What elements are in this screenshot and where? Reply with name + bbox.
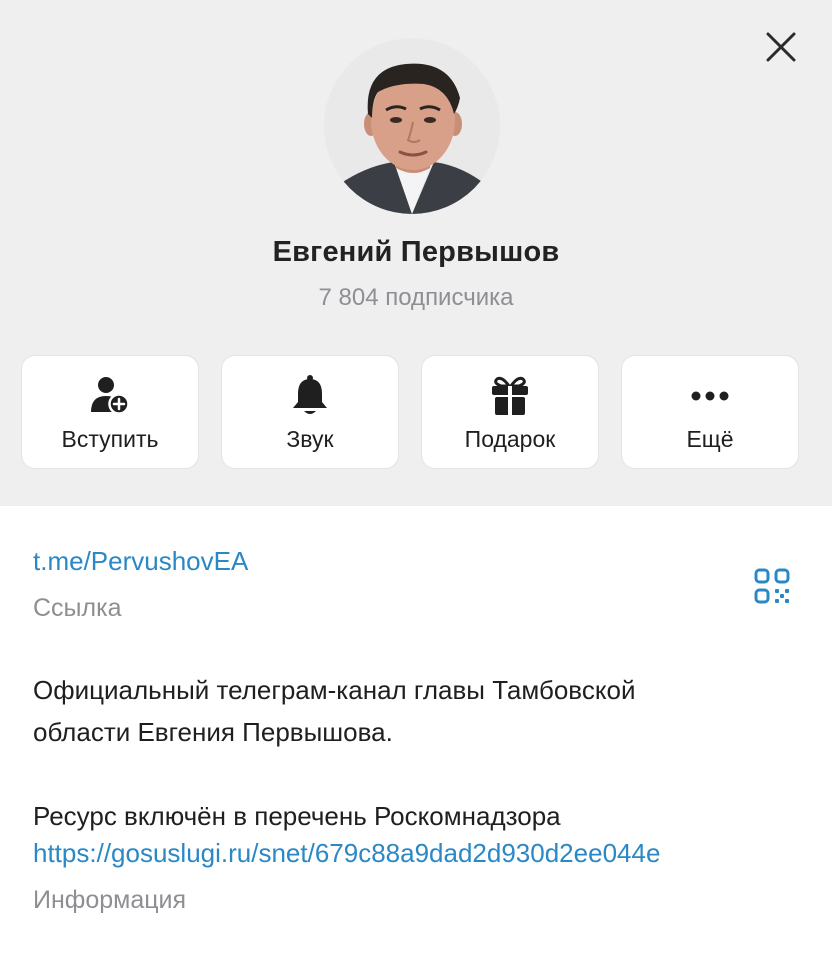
description-line-1: Официальный телеграм-канал главы Тамбовс… (33, 675, 636, 705)
gift-icon (492, 376, 528, 415)
profile-header: Евгений Первышов 7 804 подписчика Вступи… (0, 0, 832, 506)
info-caption: Информация (33, 886, 187, 914)
close-button[interactable] (758, 24, 804, 70)
join-button-label: Вступить (61, 426, 159, 452)
qr-code-button[interactable] (752, 566, 792, 606)
registry-text: Ресурс включён в перечень Роскомнадзора (33, 801, 561, 831)
gift-button[interactable]: Подарок (421, 355, 599, 469)
bell-icon (293, 375, 327, 414)
link-caption: Ссылка (33, 594, 122, 622)
registry-link[interactable]: https://gosuslugi.ru/snet/679c88a9dad2d9… (33, 838, 660, 869)
channel-name: Евгений Первышов (272, 236, 560, 268)
sound-button-label: Звук (286, 426, 334, 452)
qr-code-icon (754, 568, 790, 604)
gift-button-label: Подарок (464, 426, 556, 452)
more-dots-icon (691, 391, 729, 401)
sound-button[interactable]: Звук (221, 355, 399, 469)
avatar[interactable] (324, 38, 500, 214)
more-button[interactable]: Ещё (621, 355, 799, 469)
channel-link[interactable]: t.me/PervushovEA (33, 546, 248, 577)
user-add-icon (91, 377, 130, 415)
subscriber-count: 7 804 подписчика (318, 284, 514, 311)
close-icon (766, 32, 796, 62)
description-line-2: области Евгения Первышова. (33, 717, 393, 747)
join-button[interactable]: Вступить (21, 355, 199, 469)
avatar-portrait (324, 38, 500, 214)
more-button-label: Ещё (686, 426, 734, 452)
